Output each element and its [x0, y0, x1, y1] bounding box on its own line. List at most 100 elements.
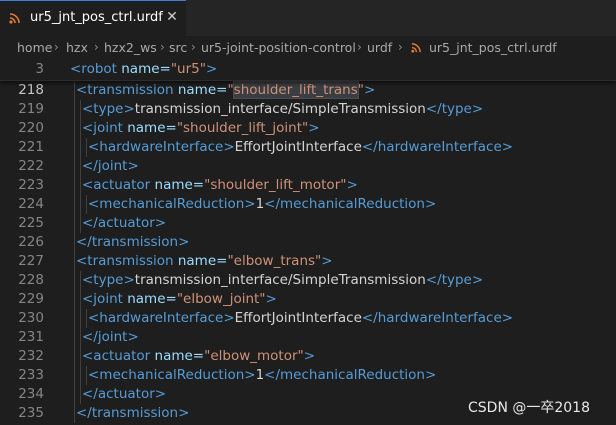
code-token: transmission_interface/SimpleTransmissio… [134, 101, 426, 117]
code-token: </mechanicalReduction> [264, 196, 437, 212]
breadcrumb-item-file[interactable]: ur5_jnt_pos_ctrl.urdf [429, 40, 557, 55]
line-number: 218 [18, 82, 44, 98]
line-number: 221 [18, 139, 44, 155]
breadcrumb-item[interactable]: urdf [367, 40, 392, 55]
code-token: </hardwareInterface> [361, 310, 514, 326]
indent-guide [86, 195, 87, 214]
code-token: <actuator [82, 177, 151, 193]
indent-guide [86, 366, 87, 385]
code-token: <transmission [76, 82, 174, 98]
indent-guide [80, 214, 81, 233]
code-token: name= [116, 61, 171, 77]
code-token: > [265, 291, 277, 307]
indent-guide [74, 385, 75, 404]
code-token: > [308, 120, 320, 136]
breadcrumb-item[interactable]: hzx2_ws [104, 40, 157, 55]
code-line-231[interactable]: 231 </joint> [0, 328, 616, 347]
code-text: </transmission> [76, 234, 189, 250]
code-token: > [205, 61, 218, 77]
indent-guide [74, 233, 75, 252]
sticky-scroll-line[interactable]: 3 <robot name="ur5"> [0, 60, 616, 81]
code-token: <hardwareInterface> [88, 139, 235, 155]
tab-ur5-jnt-pos-ctrl[interactable]: ur5_jnt_pos_ctrl.urdf ✕ [0, 0, 186, 36]
line-number: 225 [18, 215, 44, 231]
code-text: <joint name="elbow_joint"> [82, 291, 277, 307]
code-token: <joint [82, 291, 123, 307]
code-token: EffortJointInterface [234, 139, 362, 155]
indent-guide [74, 138, 75, 157]
code-line-220[interactable]: 220 <joint name="shoulder_lift_joint"> [0, 119, 616, 138]
code-line-219[interactable]: 219 <type>transmission_interface/SimpleTr… [0, 100, 616, 119]
breadcrumb: home › hzx › hzx2_ws › src › ur5-joint-p… [0, 36, 616, 60]
code-line-218[interactable]: 218 <transmission name="shoulder_lift_tra… [0, 81, 616, 100]
code-token: "shoulder_lift_motor" [204, 177, 347, 193]
code-token: > [364, 82, 376, 98]
code-line-227[interactable]: 227 <transmission name="elbow_trans"> [0, 252, 616, 271]
indent-guide [80, 347, 81, 366]
breadcrumb-item[interactable]: home [17, 40, 52, 55]
chevron-right-icon: › [54, 40, 59, 54]
code-line-224[interactable]: 224 <mechanicalReduction>1</mechanicalRed… [0, 195, 616, 214]
indent-guide [74, 195, 75, 214]
breadcrumb-item[interactable]: src [169, 40, 187, 55]
line-number: 228 [18, 272, 44, 288]
code-line-230[interactable]: 230 <hardwareInterface>EffortJointInterfa… [0, 309, 616, 328]
line-number: 229 [18, 291, 44, 307]
line-number: 224 [18, 196, 44, 212]
code-line-221[interactable]: 221 <hardwareInterface>EffortJointInterfa… [0, 138, 616, 157]
code-text: </transmission> [76, 405, 189, 421]
indent-guide [74, 366, 75, 385]
code-line-225[interactable]: 225 </actuator> [0, 214, 616, 233]
code-token: <robot [70, 61, 117, 77]
indent-guide [80, 176, 81, 195]
code-line-223[interactable]: 223 <actuator name="shoulder_lift_motor"> [0, 176, 616, 195]
chevron-right-icon: › [357, 40, 362, 54]
code-token: <mechanicalReduction> [88, 367, 256, 383]
code-text: </actuator> [82, 386, 166, 402]
indent-guide [74, 81, 75, 100]
code-line-229[interactable]: 229 <joint name="elbow_joint"> [0, 290, 616, 309]
code-token: "elbow_joint" [176, 291, 266, 307]
code-line-233[interactable]: 233 <mechanicalReduction>1</mechanicalRed… [0, 366, 616, 385]
code-token: </actuator> [82, 215, 167, 231]
line-number: 3 [35, 61, 44, 77]
code-token: </joint> [82, 329, 139, 345]
scrollbar[interactable] [608, 60, 616, 425]
indent-guide [80, 385, 81, 404]
code-text: <type>transmission_interface/SimpleTrans… [82, 272, 483, 288]
indent-guide [74, 309, 75, 328]
code-token: </joint> [82, 158, 139, 174]
line-number: 233 [18, 367, 44, 383]
indent-guide [74, 252, 75, 271]
code-token: </transmission> [76, 234, 190, 250]
code-token: name= [122, 291, 177, 307]
breadcrumb-item[interactable]: hzx [66, 40, 88, 55]
close-icon[interactable]: ✕ [164, 9, 180, 25]
code-token: <hardwareInterface> [88, 310, 235, 326]
code-token: </mechanicalReduction> [264, 367, 437, 383]
code-line-226[interactable]: 226 </transmission> [0, 233, 616, 252]
code-token: "elbow_trans" [227, 253, 322, 269]
tab-label: ur5_jnt_pos_ctrl.urdf [30, 10, 163, 25]
code-token: </type> [425, 272, 484, 288]
watermark: CSDN @一卒2018 [468, 400, 590, 416]
code-token: name= [122, 120, 177, 136]
chevron-right-icon: › [191, 40, 196, 54]
code-line-222[interactable]: 222 </joint> [0, 157, 616, 176]
indent-guide [74, 404, 75, 423]
indent-guide [86, 138, 87, 157]
code-line-228[interactable]: 228 <type>transmission_interface/SimpleTr… [0, 271, 616, 290]
indent-guide [74, 157, 75, 176]
code-token: </actuator> [82, 386, 167, 402]
rss-icon [411, 43, 421, 53]
indent-guide [80, 119, 81, 138]
line-number: 232 [18, 348, 44, 364]
code-token: </hardwareInterface> [361, 139, 514, 155]
code-line-232[interactable]: 232 <actuator name="elbow_motor"> [0, 347, 616, 366]
breadcrumb-item[interactable]: ur5-joint-position-control [201, 40, 356, 55]
code-token: "shoulder_lift_trans" [227, 81, 364, 99]
indent-guide [80, 138, 81, 157]
code-editor[interactable]: 3 <robot name="ur5"> 218 <transmission na… [0, 60, 616, 425]
code-token: name= [173, 253, 228, 269]
line-number: 222 [18, 158, 44, 174]
